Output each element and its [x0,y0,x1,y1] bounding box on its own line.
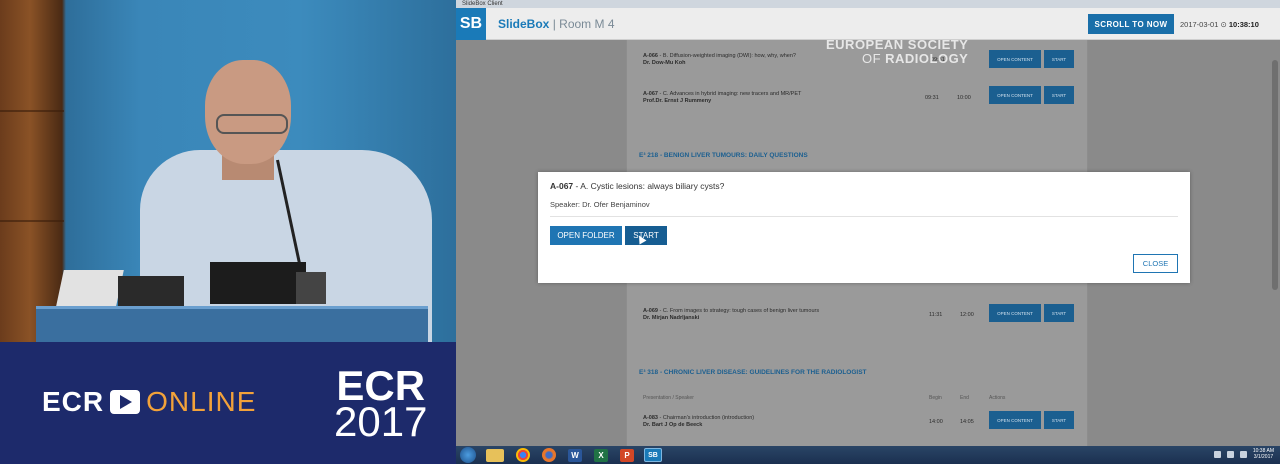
start-button[interactable]: START [1044,50,1074,68]
list-item: A-069 - C. From images to strategy: toug… [643,308,820,321]
start-button[interactable]: START [1044,304,1074,322]
scrollbar-thumb[interactable] [1272,60,1278,290]
sb-logo: SB [456,8,486,40]
start-button[interactable]: START [625,226,667,245]
firefox-icon[interactable] [542,448,556,462]
dialog-speaker: Speaker: Dr. Ofer Benjaminov [550,200,650,209]
slidebox-taskbar-icon[interactable]: SB [644,448,662,462]
play-icon [110,390,141,414]
file-explorer-icon[interactable] [486,448,504,462]
close-button[interactable]: CLOSE [1133,254,1178,273]
open-content-button[interactable]: OPEN CONTENT [989,50,1041,68]
start-button[interactable]: START [1044,411,1074,429]
system-tray: 10:38 AM 3/1/2017 [1213,448,1274,460]
open-content-button[interactable]: OPEN CONTENT [989,304,1041,322]
presentation-dialog: A-067 - A. Cystic lesions: always biliar… [538,172,1190,283]
list-item: A-066 - B. Diffusion-weighted imaging (D… [643,53,796,66]
section-heading: E³ 318 - CHRONIC LIVER DISEASE: GUIDELIN… [639,369,867,376]
app-title: SlideBox | Room M 4 [498,17,615,31]
speaker-video [0,0,456,342]
ecr-online-logo: ECR ONLINE [42,386,256,418]
esr-watermark: EUROPEAN SOCIETY OF RADIOLOGY [826,37,969,66]
powerpoint-icon[interactable]: P [620,448,634,462]
podium [36,306,428,342]
vertical-scrollbar[interactable] [1272,40,1278,446]
podium-monitor [210,262,306,304]
word-icon[interactable]: W [568,448,582,462]
divider [550,216,1178,217]
section-heading: E³ 218 - BENIGN LIVER TUMOURS: DAILY QUE… [639,152,808,159]
ecr-2017-logo: ECR 2017 [334,362,428,445]
room-label: | Room M 4 [552,17,615,31]
open-content-button[interactable]: OPEN CONTENT [989,86,1041,104]
list-item: A-083 - Chairman's introduction (introdu… [643,415,755,428]
ecr-text: ECR [42,386,105,417]
tray-flag-icon[interactable] [1213,450,1221,458]
start-button[interactable]: START [1044,86,1074,104]
app-header: SB SlideBox | Room M 4 SCROLL TO NOW 201… [456,8,1280,40]
speaker-head [205,60,291,164]
chrome-icon[interactable] [516,448,530,462]
windows-start-icon[interactable] [460,447,476,463]
window-titlebar: SlideBox Client [456,0,1280,8]
open-folder-button[interactable]: OPEN FOLDER [550,226,622,245]
open-content-button[interactable]: OPEN CONTENT [989,411,1041,429]
screen: ECR ONLINE ECR 2017 SlideBox Client SB S… [0,0,1280,464]
excel-icon[interactable]: X [594,448,608,462]
list-item: A-067 - C. Advances in hybrid imaging: n… [643,91,802,104]
branding-bar: ECR ONLINE ECR 2017 [0,342,456,464]
online-text: ONLINE [146,386,257,417]
clock-icon: ⊙ [1220,20,1227,29]
dialog-title: A-067 - A. Cystic lesions: always biliar… [550,181,725,191]
windows-taskbar: W X P SB 10:38 AM 3/1/2017 [456,446,1280,464]
datetime: 2017-03-01 ⊙ 10:38:10 [1180,20,1259,29]
tray-network-icon[interactable] [1226,450,1234,458]
tray-volume-icon[interactable] [1239,450,1247,458]
scroll-to-now-button[interactable]: SCROLL TO NOW [1088,14,1174,34]
taskbar-clock[interactable]: 10:38 AM 3/1/2017 [1253,448,1274,460]
laptop [56,270,124,306]
